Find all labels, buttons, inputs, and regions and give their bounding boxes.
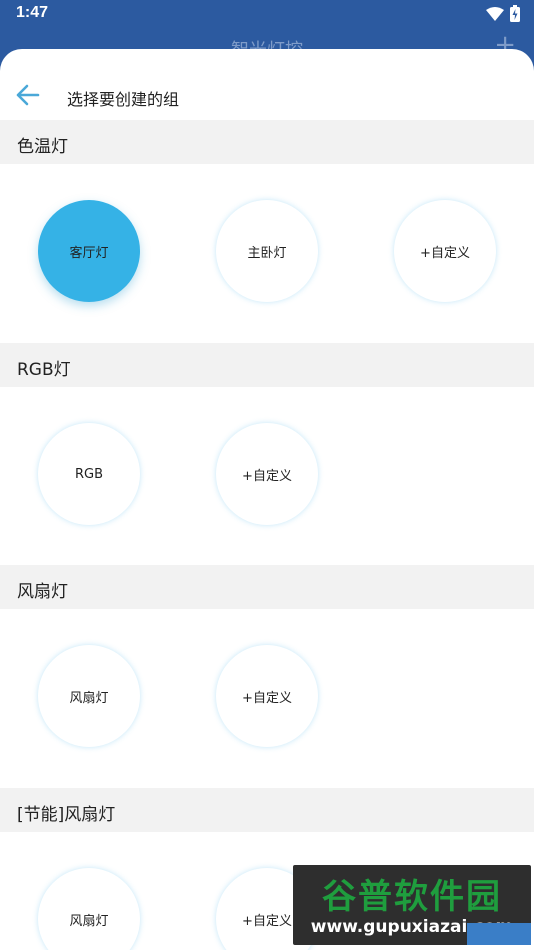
group-option-custom[interactable]: +自定义 (394, 200, 496, 302)
section-header-eco-fan-light: [节能]风扇灯 (0, 788, 534, 832)
group-option-fan-light[interactable]: 风扇灯 (38, 645, 140, 747)
group-option-fan-light[interactable]: 风扇灯 (38, 868, 140, 950)
group-option-living-room[interactable]: 客厅灯 (38, 200, 140, 302)
status-icons (486, 5, 520, 26)
group-option-rgb[interactable]: RGB (38, 423, 140, 525)
section-label: RGB灯 (17, 360, 71, 380)
status-time: 1:47 (16, 4, 49, 21)
group-option-custom[interactable]: +自定义 (216, 423, 318, 525)
section-header-fan-light: 风扇灯 (0, 565, 534, 609)
section-header-color-temp: 色温灯 (0, 120, 534, 164)
group-option-custom[interactable]: +自定义 (216, 645, 318, 747)
section-label: [节能]风扇灯 (17, 805, 116, 825)
back-arrow-icon[interactable] (12, 81, 44, 109)
group-type-sheet: 选择要创建的组 色温灯 客厅灯 主卧灯 +自定义 RGB灯 RGB +自定义 风… (0, 49, 534, 950)
sheet-title: 选择要创建的组 (67, 90, 180, 109)
wifi-icon (486, 6, 504, 25)
section-header-rgb: RGB灯 (0, 343, 534, 387)
watermark-logo: 谷普软件园 www.gupuxiazai.com (293, 865, 531, 945)
watermark-title: 谷普软件园 (322, 877, 502, 917)
watermark-corner (467, 923, 531, 945)
status-bar: 1:47 (0, 0, 534, 28)
section-label: 风扇灯 (17, 582, 68, 602)
battery-icon (510, 5, 520, 26)
sheet-header: 选择要创建的组 (0, 49, 534, 120)
section-label: 色温灯 (17, 137, 68, 157)
group-option-master-bedroom[interactable]: 主卧灯 (216, 200, 318, 302)
